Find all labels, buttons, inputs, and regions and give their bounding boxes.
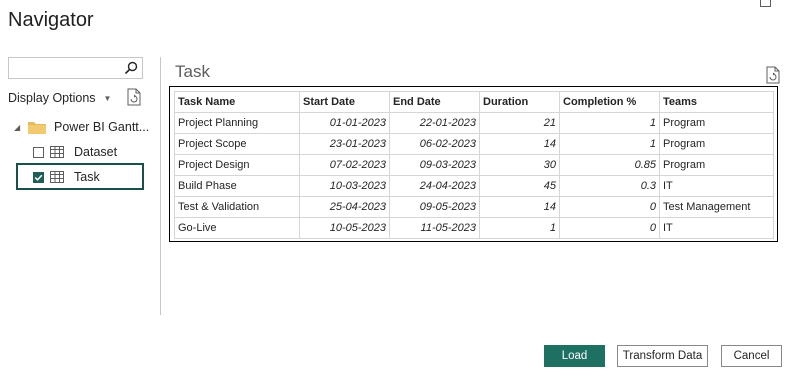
table-cell: 07-02-2023 bbox=[299, 154, 390, 176]
table-cell: 01-01-2023 bbox=[299, 112, 390, 134]
table-cell: 30 bbox=[479, 154, 560, 176]
table-cell: Test & Validation bbox=[174, 196, 300, 218]
preview-table: Task Name Start Date End Date Duration C… bbox=[174, 91, 774, 239]
load-button[interactable]: Load bbox=[544, 345, 605, 367]
window-title: Navigator bbox=[8, 9, 94, 31]
dataset-checkbox[interactable] bbox=[33, 146, 44, 158]
table-icon bbox=[50, 146, 64, 158]
table-cell: 45 bbox=[479, 175, 560, 197]
table-cell: 1 bbox=[559, 112, 660, 134]
maximize-icon[interactable] bbox=[760, 0, 771, 7]
search-icon[interactable] bbox=[124, 61, 138, 75]
table-header-row: Task Name Start Date End Date Duration C… bbox=[174, 91, 774, 113]
table-row: Project Design 07-02-2023 09-03-2023 30 … bbox=[174, 154, 774, 176]
table-cell: 10-03-2023 bbox=[299, 175, 390, 197]
table-cell: 0 bbox=[559, 217, 660, 239]
tree-root-label: Power BI Gantt... bbox=[54, 120, 150, 134]
table-cell: 09-05-2023 bbox=[389, 196, 480, 218]
table-cell: Program bbox=[659, 112, 774, 134]
refresh-preview-icon[interactable] bbox=[765, 66, 781, 84]
table-cell: 1 bbox=[559, 133, 660, 155]
column-header[interactable]: Teams bbox=[659, 91, 774, 113]
task-checkbox[interactable] bbox=[33, 171, 44, 183]
folder-icon bbox=[28, 121, 46, 134]
table-cell: 22-01-2023 bbox=[389, 112, 480, 134]
table-cell: IT bbox=[659, 217, 774, 239]
table-cell: 06-02-2023 bbox=[389, 133, 480, 155]
table-cell: 14 bbox=[479, 133, 560, 155]
table-cell: 11-05-2023 bbox=[389, 217, 480, 239]
table-cell: 0.3 bbox=[559, 175, 660, 197]
table-cell: Project Design bbox=[174, 154, 300, 176]
preview-title: Task bbox=[175, 62, 210, 81]
table-cell: Project Scope bbox=[174, 133, 300, 155]
refresh-icon[interactable] bbox=[126, 88, 142, 106]
table-icon bbox=[50, 171, 64, 183]
table-cell: 14 bbox=[479, 196, 560, 218]
search-input[interactable] bbox=[8, 57, 143, 79]
table-cell: 0 bbox=[559, 196, 660, 218]
table-cell: Project Planning bbox=[174, 112, 300, 134]
table-cell: 23-01-2023 bbox=[299, 133, 390, 155]
table-row: Project Scope 23-01-2023 06-02-2023 14 1… bbox=[174, 133, 774, 155]
table-cell: Program bbox=[659, 133, 774, 155]
column-header[interactable]: Start Date bbox=[299, 91, 390, 113]
tree-item-dataset[interactable]: Dataset bbox=[33, 145, 117, 159]
display-options-dropdown[interactable]: Display Options ▼ bbox=[8, 91, 111, 105]
display-options-label: Display Options bbox=[8, 91, 96, 105]
table-row: Build Phase 10-03-2023 24-04-2023 45 0.3… bbox=[174, 175, 774, 197]
check-icon bbox=[33, 171, 44, 183]
chevron-down-icon: ▼ bbox=[103, 93, 112, 103]
table-row: Test & Validation 25-04-2023 09-05-2023 … bbox=[174, 196, 774, 218]
collapse-arrow-icon[interactable]: ◢ bbox=[14, 123, 24, 132]
table-cell: 24-04-2023 bbox=[389, 175, 480, 197]
table-cell: Go-Live bbox=[174, 217, 300, 239]
column-header[interactable]: Completion % bbox=[559, 91, 660, 113]
tree-item-label: Task bbox=[74, 170, 100, 184]
tree-item-task[interactable]: Task bbox=[33, 170, 100, 184]
column-header[interactable]: Task Name bbox=[174, 91, 300, 113]
tree-root-folder[interactable]: ◢ Power BI Gantt... bbox=[14, 120, 149, 134]
table-row: Go-Live 10-05-2023 11-05-2023 1 0 IT bbox=[174, 217, 774, 239]
column-header[interactable]: Duration bbox=[479, 91, 560, 113]
table-cell: Test Management bbox=[659, 196, 774, 218]
table-cell: 25-04-2023 bbox=[299, 196, 390, 218]
table-cell: 0.85 bbox=[559, 154, 660, 176]
table-cell: IT bbox=[659, 175, 774, 197]
table-cell: Program bbox=[659, 154, 774, 176]
table-cell: 10-05-2023 bbox=[299, 217, 390, 239]
tree-item-label: Dataset bbox=[74, 145, 118, 159]
table-cell: 09-03-2023 bbox=[389, 154, 480, 176]
pane-divider[interactable] bbox=[160, 57, 161, 315]
transform-data-button[interactable]: Transform Data bbox=[617, 345, 708, 367]
table-cell: 1 bbox=[479, 217, 560, 239]
cancel-button[interactable]: Cancel bbox=[721, 345, 782, 367]
column-header[interactable]: End Date bbox=[389, 91, 480, 113]
preview-table-container: Task Name Start Date End Date Duration C… bbox=[169, 86, 778, 242]
table-cell: 21 bbox=[479, 112, 560, 134]
table-row: Project Planning 01-01-2023 22-01-2023 2… bbox=[174, 112, 774, 134]
table-cell: Build Phase bbox=[174, 175, 300, 197]
